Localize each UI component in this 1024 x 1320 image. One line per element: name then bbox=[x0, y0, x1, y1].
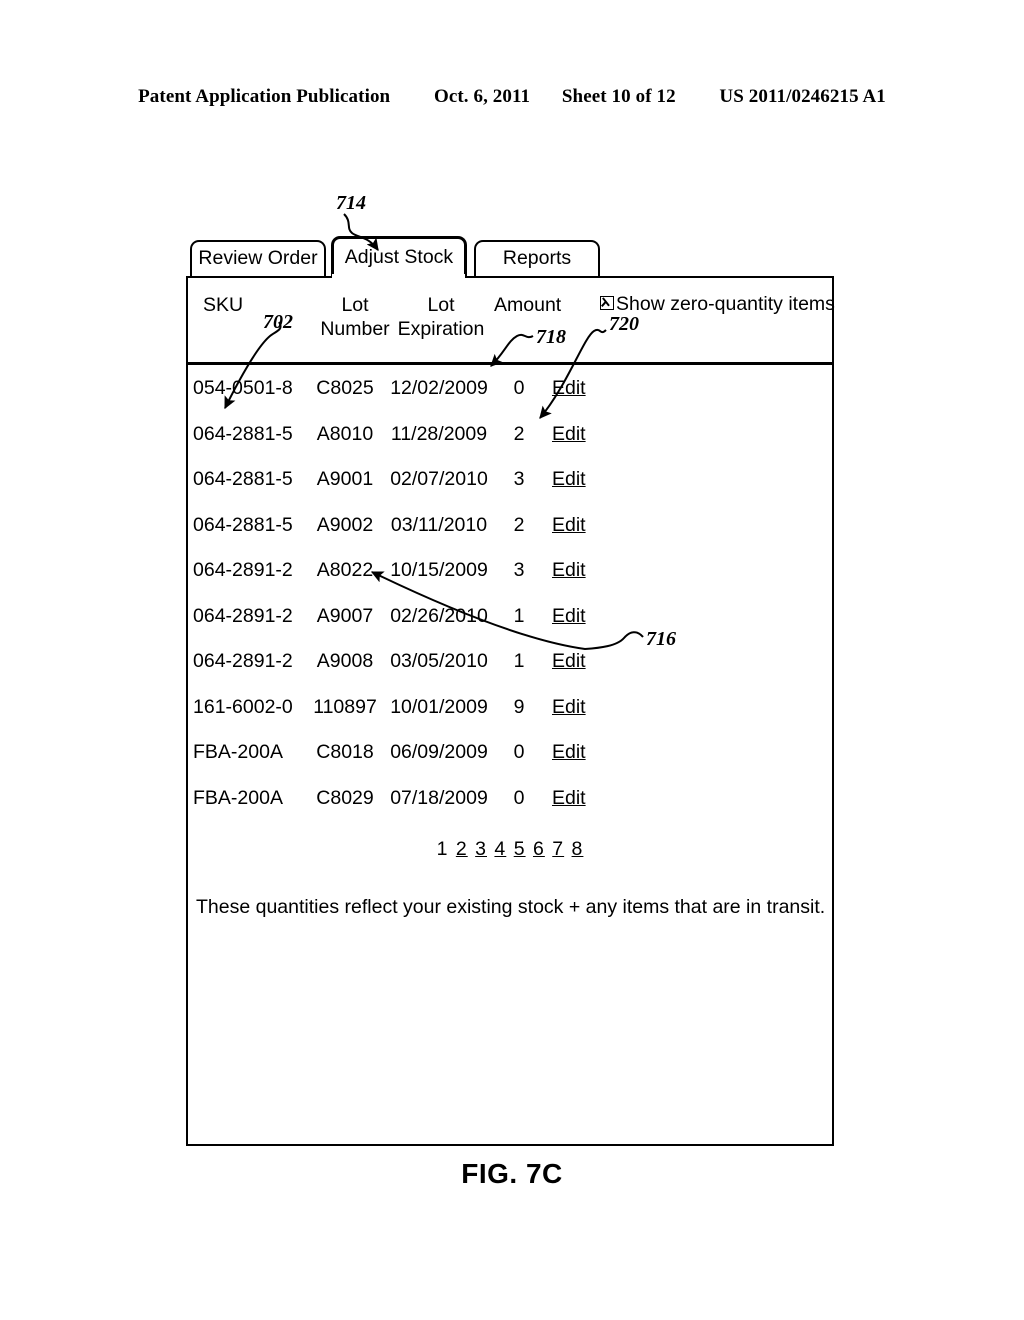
cell-amount: 0 bbox=[513, 786, 525, 809]
cell-lot-number: A9007 bbox=[316, 604, 374, 627]
figure-caption: FIG. 7C bbox=[461, 1158, 563, 1189]
table-row[interactable]: 064-2881-5 A9002 03/11/2010 2 Edit bbox=[188, 503, 832, 549]
page-3[interactable]: 3 bbox=[475, 838, 487, 860]
cell-lot-expiration: 11/28/2009 bbox=[390, 422, 488, 445]
cell-amount: 0 bbox=[513, 741, 525, 763]
active-tab-merge-mask bbox=[332, 274, 465, 279]
table-row[interactable]: 064-2891-2 A9008 03/05/2010 1 Edit bbox=[188, 639, 832, 685]
table-row[interactable]: FBA-200A C8018 06/09/2009 0 Edit bbox=[188, 730, 832, 776]
column-header-lot-expiration-line2: Expiration bbox=[397, 318, 485, 340]
figure-7c: Review Order Adjust Stock Reports SKU Lo… bbox=[0, 0, 1024, 1320]
cell-lot-number: A9008 bbox=[316, 650, 374, 672]
cell-lot-expiration: 03/05/2010 bbox=[390, 650, 488, 672]
column-header-sku: SKU bbox=[203, 294, 244, 316]
edit-link[interactable]: Edit bbox=[552, 594, 586, 640]
cell-lot-expiration: 10/01/2009 bbox=[390, 695, 488, 718]
edit-link[interactable]: Edit bbox=[552, 685, 586, 731]
tab-reports-label: Reports bbox=[502, 247, 572, 270]
pagination: 1 2 3 4 5 6 7 8 bbox=[188, 838, 832, 861]
table-row[interactable]: 064-2891-2 A9007 02/26/2010 1 Edit bbox=[188, 594, 832, 640]
cell-lot-number: A9002 bbox=[316, 513, 374, 536]
cell-amount: 0 bbox=[513, 377, 525, 399]
cell-sku: 064-2891-2 bbox=[193, 650, 293, 672]
cell-lot-number: A8022 bbox=[316, 559, 374, 581]
cell-sku: 064-2891-2 bbox=[193, 559, 293, 581]
tab-bar: Review Order Adjust Stock Reports bbox=[186, 236, 836, 278]
cell-lot-number: A9001 bbox=[316, 468, 374, 490]
cell-amount: 2 bbox=[513, 422, 525, 445]
table-row[interactable]: FBA-200A C8029 07/18/2009 0 Edit bbox=[188, 776, 832, 822]
page-7[interactable]: 7 bbox=[552, 838, 564, 860]
cell-lot-expiration: 12/02/2009 bbox=[390, 377, 488, 399]
cell-lot-expiration: 10/15/2009 bbox=[390, 559, 488, 581]
cell-sku: 064-2881-5 bbox=[193, 422, 293, 445]
edit-link[interactable]: Edit bbox=[552, 776, 586, 822]
tab-reports[interactable]: Reports bbox=[474, 240, 600, 278]
cell-lot-number: 110897 bbox=[313, 695, 377, 718]
table-row[interactable]: 064-2881-5 A9001 02/07/2010 3 Edit bbox=[188, 457, 832, 503]
transit-note: These quantities reflect your existing s… bbox=[196, 896, 826, 918]
stock-table: 054-0501-8 C8025 12/02/2009 0 Edit 064-2… bbox=[188, 366, 832, 821]
cell-amount: 1 bbox=[513, 650, 525, 672]
page-8[interactable]: 8 bbox=[572, 838, 584, 860]
tab-adjust-stock-label: Adjust Stock bbox=[344, 245, 454, 268]
page-5[interactable]: 5 bbox=[514, 838, 526, 860]
table-row[interactable]: 064-2891-2 A8022 10/15/2009 3 Edit bbox=[188, 548, 832, 594]
column-header-lot-expiration: Lot Expiration bbox=[390, 293, 492, 341]
cell-sku: FBA-200A bbox=[193, 786, 283, 809]
edit-link[interactable]: Edit bbox=[552, 366, 586, 412]
edit-link[interactable]: Edit bbox=[552, 457, 586, 503]
edit-link[interactable]: Edit bbox=[552, 730, 586, 776]
tab-adjust-stock[interactable]: Adjust Stock bbox=[331, 236, 467, 278]
column-header-amount: Amount bbox=[494, 294, 562, 316]
header-divider bbox=[188, 362, 832, 365]
cell-amount: 3 bbox=[513, 559, 525, 581]
tab-review-order-label: Review Order bbox=[198, 247, 318, 270]
cell-lot-number: C8025 bbox=[316, 377, 374, 399]
cell-lot-number: A8010 bbox=[316, 422, 374, 445]
edit-link[interactable]: Edit bbox=[552, 412, 586, 458]
cell-lot-expiration: 02/26/2010 bbox=[390, 604, 488, 627]
cell-amount: 2 bbox=[513, 513, 525, 536]
cell-lot-expiration: 06/09/2009 bbox=[390, 741, 488, 763]
edit-link[interactable]: Edit bbox=[552, 639, 586, 685]
reference-numeral-714: 714 bbox=[336, 192, 366, 214]
checkbox-checked-icon[interactable] bbox=[600, 296, 614, 310]
column-header-lot-number: Lot Number bbox=[318, 293, 392, 341]
reference-numeral-716: 716 bbox=[646, 628, 676, 650]
cell-lot-expiration: 03/11/2010 bbox=[390, 513, 488, 536]
page-1[interactable]: 1 bbox=[437, 838, 449, 860]
column-header-lot-expiration-line1: Lot bbox=[427, 294, 455, 316]
edit-link[interactable]: Edit bbox=[552, 503, 586, 549]
cell-amount: 1 bbox=[513, 604, 525, 627]
page-2[interactable]: 2 bbox=[456, 838, 468, 860]
column-header-lot-number-line2: Number bbox=[320, 318, 390, 340]
cell-sku: 161-6002-0 bbox=[193, 695, 293, 718]
page-4[interactable]: 4 bbox=[494, 838, 506, 860]
reference-numeral-720: 720 bbox=[609, 313, 639, 335]
reference-numeral-718: 718 bbox=[536, 326, 566, 348]
cell-sku: 064-2881-5 bbox=[193, 468, 293, 490]
cell-lot-number: C8029 bbox=[316, 786, 374, 809]
column-header-lot-number-line1: Lot bbox=[341, 294, 369, 316]
tab-review-order[interactable]: Review Order bbox=[190, 240, 326, 278]
cell-sku: FBA-200A bbox=[193, 741, 283, 763]
table-row[interactable]: 054-0501-8 C8025 12/02/2009 0 Edit bbox=[188, 366, 832, 412]
page-6[interactable]: 6 bbox=[533, 838, 545, 860]
cell-amount: 3 bbox=[513, 468, 525, 490]
reference-numeral-702: 702 bbox=[263, 311, 293, 333]
cell-lot-expiration: 02/07/2010 bbox=[390, 468, 488, 490]
cell-sku: 064-2891-2 bbox=[193, 604, 293, 627]
cell-sku: 054-0501-8 bbox=[193, 377, 293, 399]
cell-sku: 064-2881-5 bbox=[193, 513, 293, 536]
table-row[interactable]: 064-2881-5 A8010 11/28/2009 2 Edit bbox=[188, 412, 832, 458]
table-row[interactable]: 161-6002-0 110897 10/01/2009 9 Edit bbox=[188, 685, 832, 731]
show-zero-quantity-label: Show zero-quantity items bbox=[616, 293, 835, 315]
cell-amount: 9 bbox=[513, 695, 525, 718]
cell-lot-number: C8018 bbox=[316, 741, 374, 763]
cell-lot-expiration: 07/18/2009 bbox=[390, 786, 488, 809]
edit-link[interactable]: Edit bbox=[552, 548, 586, 594]
